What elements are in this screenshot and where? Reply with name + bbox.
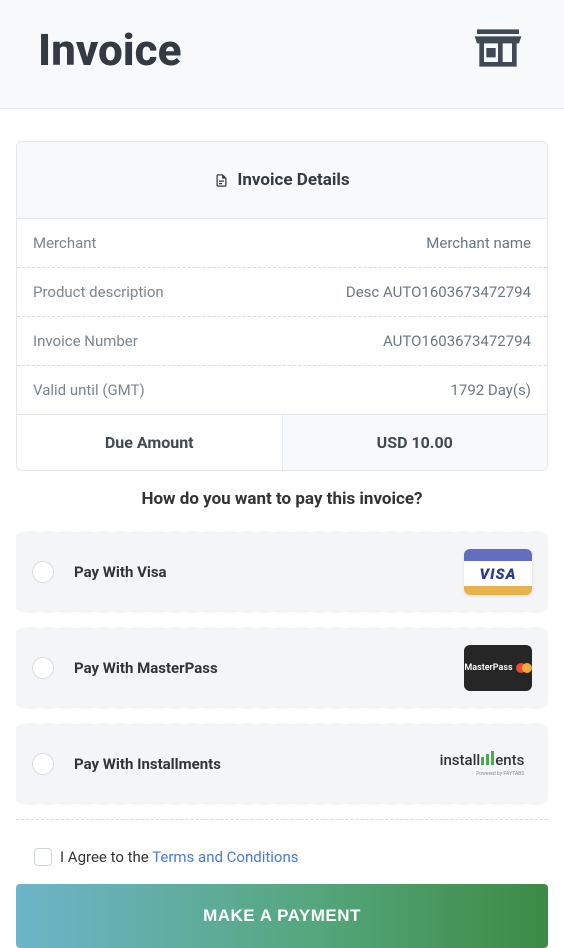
page-header: Invoice — [0, 0, 564, 109]
agree-checkbox[interactable] — [34, 848, 52, 866]
visa-icon: VISA — [464, 549, 532, 595]
invoice-number-value: AUTO1603673472794 — [383, 332, 531, 350]
pay-label-masterpass: Pay With MasterPass — [74, 659, 464, 677]
merchant-value: Merchant name — [426, 234, 531, 252]
radio-installments[interactable] — [32, 753, 54, 775]
detail-row-merchant: Merchant Merchant name — [17, 219, 547, 268]
store-icon — [470, 20, 526, 80]
detail-row-product: Product description Desc AUTO16036734727… — [17, 268, 547, 317]
payment-question: How do you want to pay this invoice? — [16, 489, 548, 509]
divider — [16, 819, 548, 820]
invoice-number-label: Invoice Number — [33, 332, 138, 350]
card-header: Invoice Details — [17, 142, 547, 219]
radio-masterpass[interactable] — [32, 657, 54, 679]
terms-link[interactable]: Terms and Conditions — [152, 848, 298, 866]
due-amount-label: Due Amount — [17, 415, 283, 470]
valid-until-label: Valid until (GMT) — [33, 381, 145, 399]
pay-option-visa[interactable]: Pay With Visa VISA — [16, 531, 548, 613]
agree-row: I Agree to the Terms and Conditions — [16, 848, 548, 866]
agree-text: I Agree to the Terms and Conditions — [60, 848, 299, 866]
page-title: Invoice — [38, 24, 181, 76]
merchant-label: Merchant — [33, 234, 96, 252]
pay-option-installments[interactable]: Pay With Installments install ents Power… — [16, 723, 548, 805]
installments-icon: install ents Powered by PAYTABS — [432, 741, 532, 787]
pay-option-masterpass[interactable]: Pay With MasterPass MasterPass — [16, 627, 548, 709]
invoice-details-card: Invoice Details Merchant Merchant name P… — [16, 141, 548, 471]
product-value: Desc AUTO1603673472794 — [346, 283, 531, 301]
due-amount-row: Due Amount USD 10.00 — [17, 414, 547, 470]
detail-row-valid-until: Valid until (GMT) 1792 Day(s) — [17, 366, 547, 414]
detail-row-invoice-number: Invoice Number AUTO1603673472794 — [17, 317, 547, 366]
document-icon — [214, 173, 229, 188]
valid-until-value: 1792 Day(s) — [450, 381, 531, 399]
pay-label-visa: Pay With Visa — [74, 563, 464, 581]
radio-visa[interactable] — [32, 561, 54, 583]
pay-label-installments: Pay With Installments — [74, 755, 432, 773]
make-payment-button[interactable]: MAKE A PAYMENT — [16, 884, 548, 948]
card-header-title: Invoice Details — [237, 170, 349, 190]
due-amount-value: USD 10.00 — [283, 415, 548, 470]
masterpass-icon: MasterPass — [464, 645, 532, 691]
product-label: Product description — [33, 283, 164, 301]
